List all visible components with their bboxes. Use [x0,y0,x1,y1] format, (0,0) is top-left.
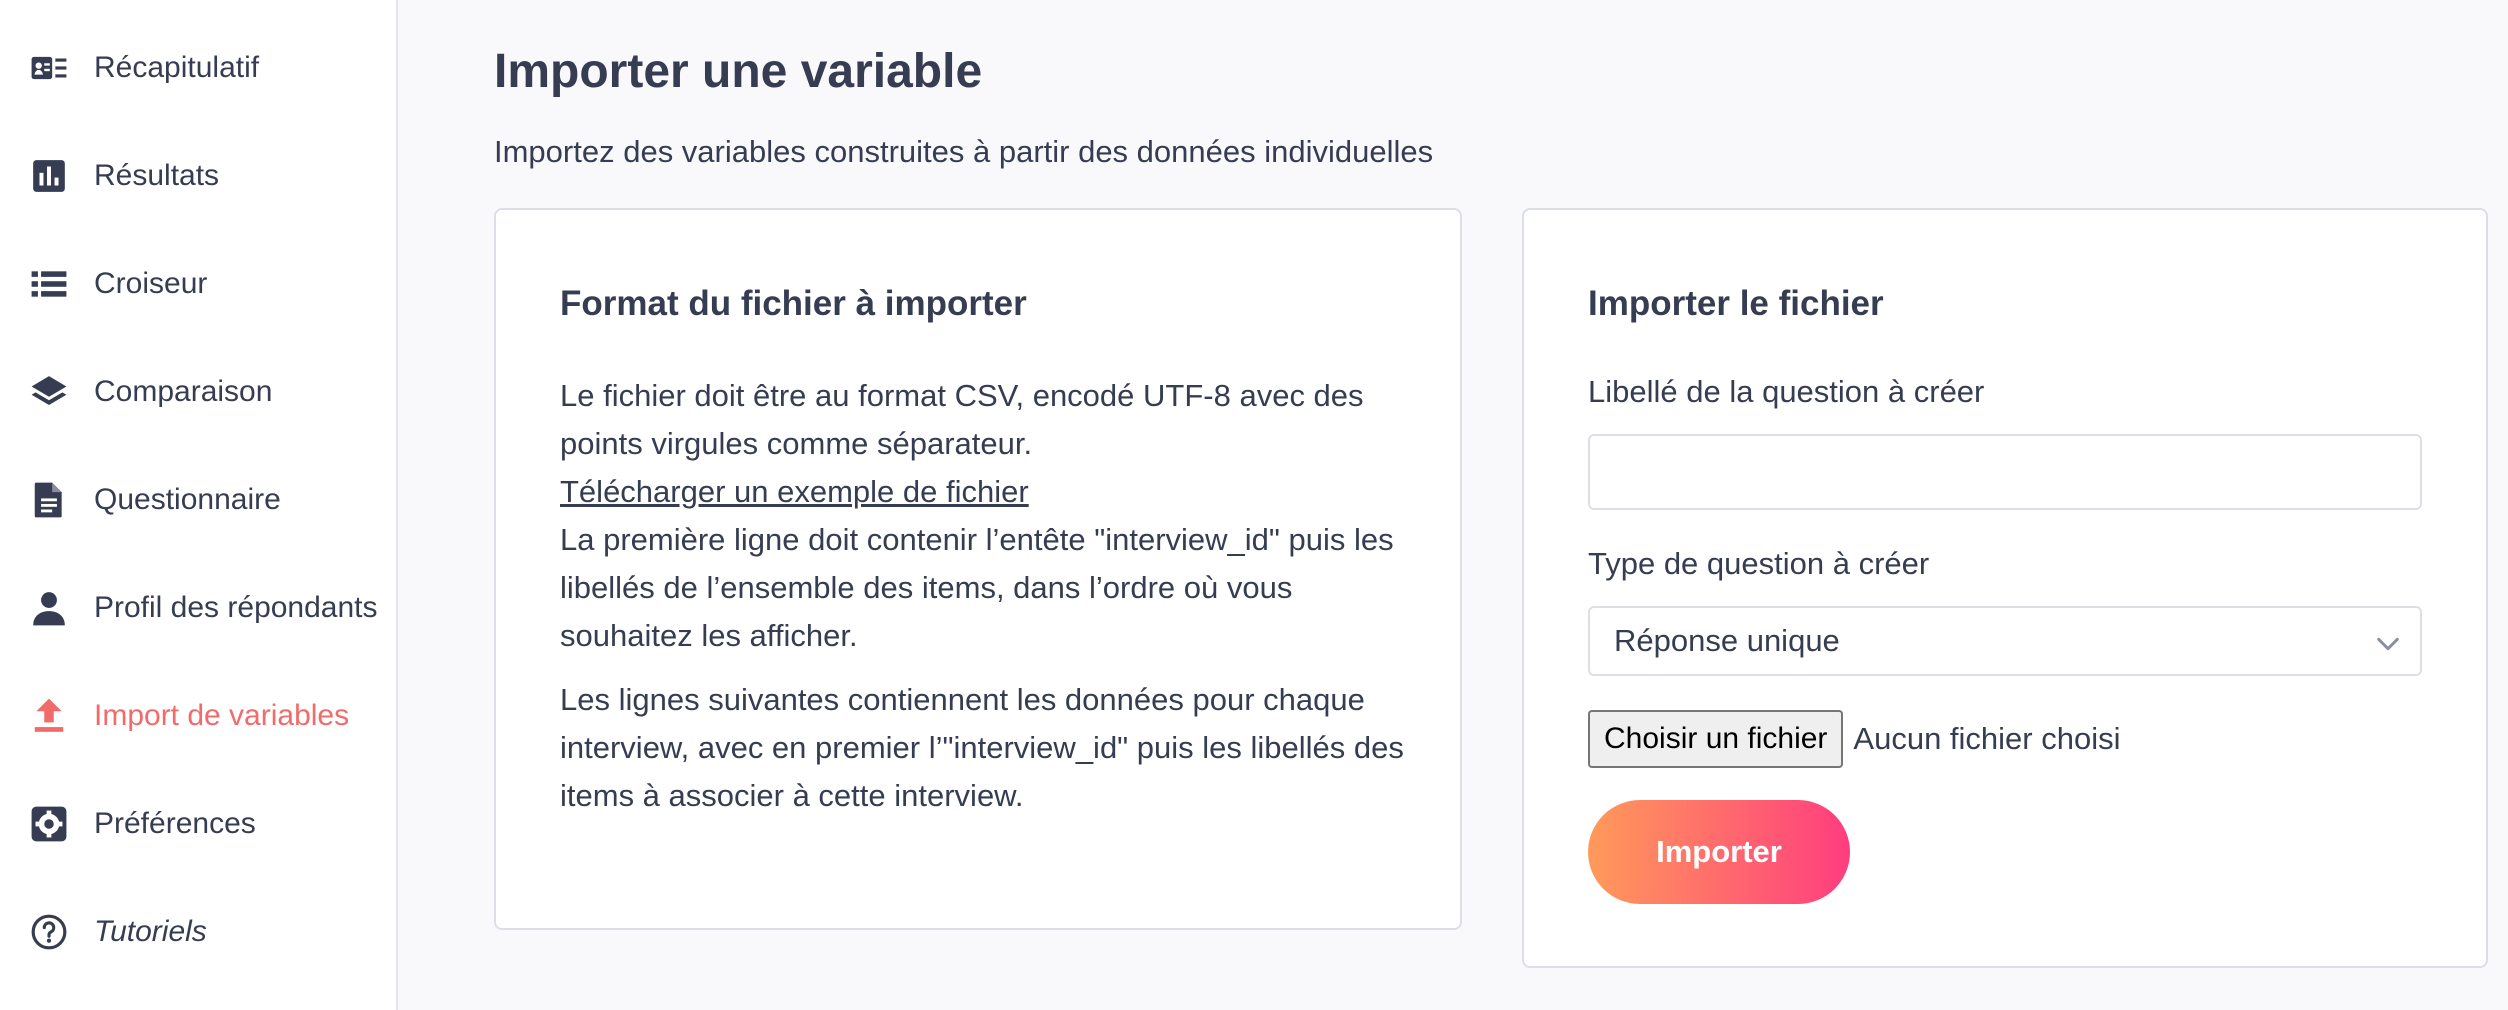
sidebar-item-questionnaire[interactable]: Questionnaire [30,470,390,530]
sidebar-item-comparaison[interactable]: Comparaison [30,362,390,422]
page-subtitle: Importez des variables construites à par… [494,134,1434,169]
format-card-title: Format du fichier à importer [560,284,1027,323]
format-card-body: Le fichier doit être au format CSV, enco… [560,372,1410,820]
format-text-1: Le fichier doit être au format CSV, enco… [560,378,1364,461]
sidebar-item-label: Croiseur [94,267,208,300]
sidebar: Récapitulatif Résultats Croiseur Compara… [0,0,398,1010]
format-card: Format du fichier à importer Le fichier … [494,208,1462,930]
page-title: Importer une variable [494,45,983,98]
import-button[interactable]: Importer [1588,800,1850,904]
person-icon [30,589,68,627]
format-paragraph: Le fichier doit être au format CSV, enco… [560,372,1410,660]
sidebar-item-croiseur[interactable]: Croiseur [30,254,390,314]
sidebar-item-tutoriels[interactable]: Tutoriels [30,902,390,962]
bar-chart-icon [30,157,68,195]
import-card: Importer le fichier Libellé de la questi… [1522,208,2488,968]
sidebar-item-label: Résultats [94,159,220,192]
sidebar-item-label: Tutoriels [94,915,207,948]
list-icon [30,265,68,303]
upload-icon [30,697,68,735]
document-icon [30,481,68,519]
question-type-value: Réponse unique [1614,623,1840,658]
help-circle-icon [30,913,68,951]
sidebar-item-profil[interactable]: Profil des répondants [30,578,390,638]
sidebar-item-recapitulatif[interactable]: Récapitulatif [30,38,390,98]
import-card-title: Importer le fichier [1588,284,1884,323]
file-status: Aucun fichier choisi [1853,721,2121,756]
layers-icon [30,373,68,411]
format-text-2: La première ligne doit contenir l’entête… [560,522,1394,653]
format-text-3: Les lignes suivantes contiennent les don… [560,682,1404,813]
file-picker: Choisir un fichier Aucun fichier choisi [1588,710,2121,768]
sidebar-item-import[interactable]: Import de variables [30,686,390,746]
question-type-select[interactable]: Réponse unique [1588,606,2422,676]
question-label: Libellé de la question à créer [1588,374,1985,409]
question-type-label: Type de question à créer [1588,546,1930,581]
sidebar-item-label: Préférences [94,807,256,840]
sidebar-item-label: Questionnaire [94,483,281,516]
sidebar-item-resultats[interactable]: Résultats [30,146,390,206]
chevron-down-icon [2377,637,2399,651]
choose-file-button[interactable]: Choisir un fichier [1588,710,1844,768]
gear-icon [30,805,68,843]
sidebar-item-preferences[interactable]: Préférences [30,794,390,854]
id-card-icon [30,49,68,87]
sidebar-item-label: Import de variables [94,699,350,732]
main-content: Importer une variable Importez des varia… [400,0,2508,1010]
sidebar-item-label: Comparaison [94,375,273,408]
question-label-input[interactable] [1588,434,2422,510]
sidebar-item-label: Récapitulatif [94,51,260,84]
sidebar-item-label: Profil des répondants [94,591,378,624]
download-example-link[interactable]: Télécharger un exemple de fichier [560,474,1029,509]
